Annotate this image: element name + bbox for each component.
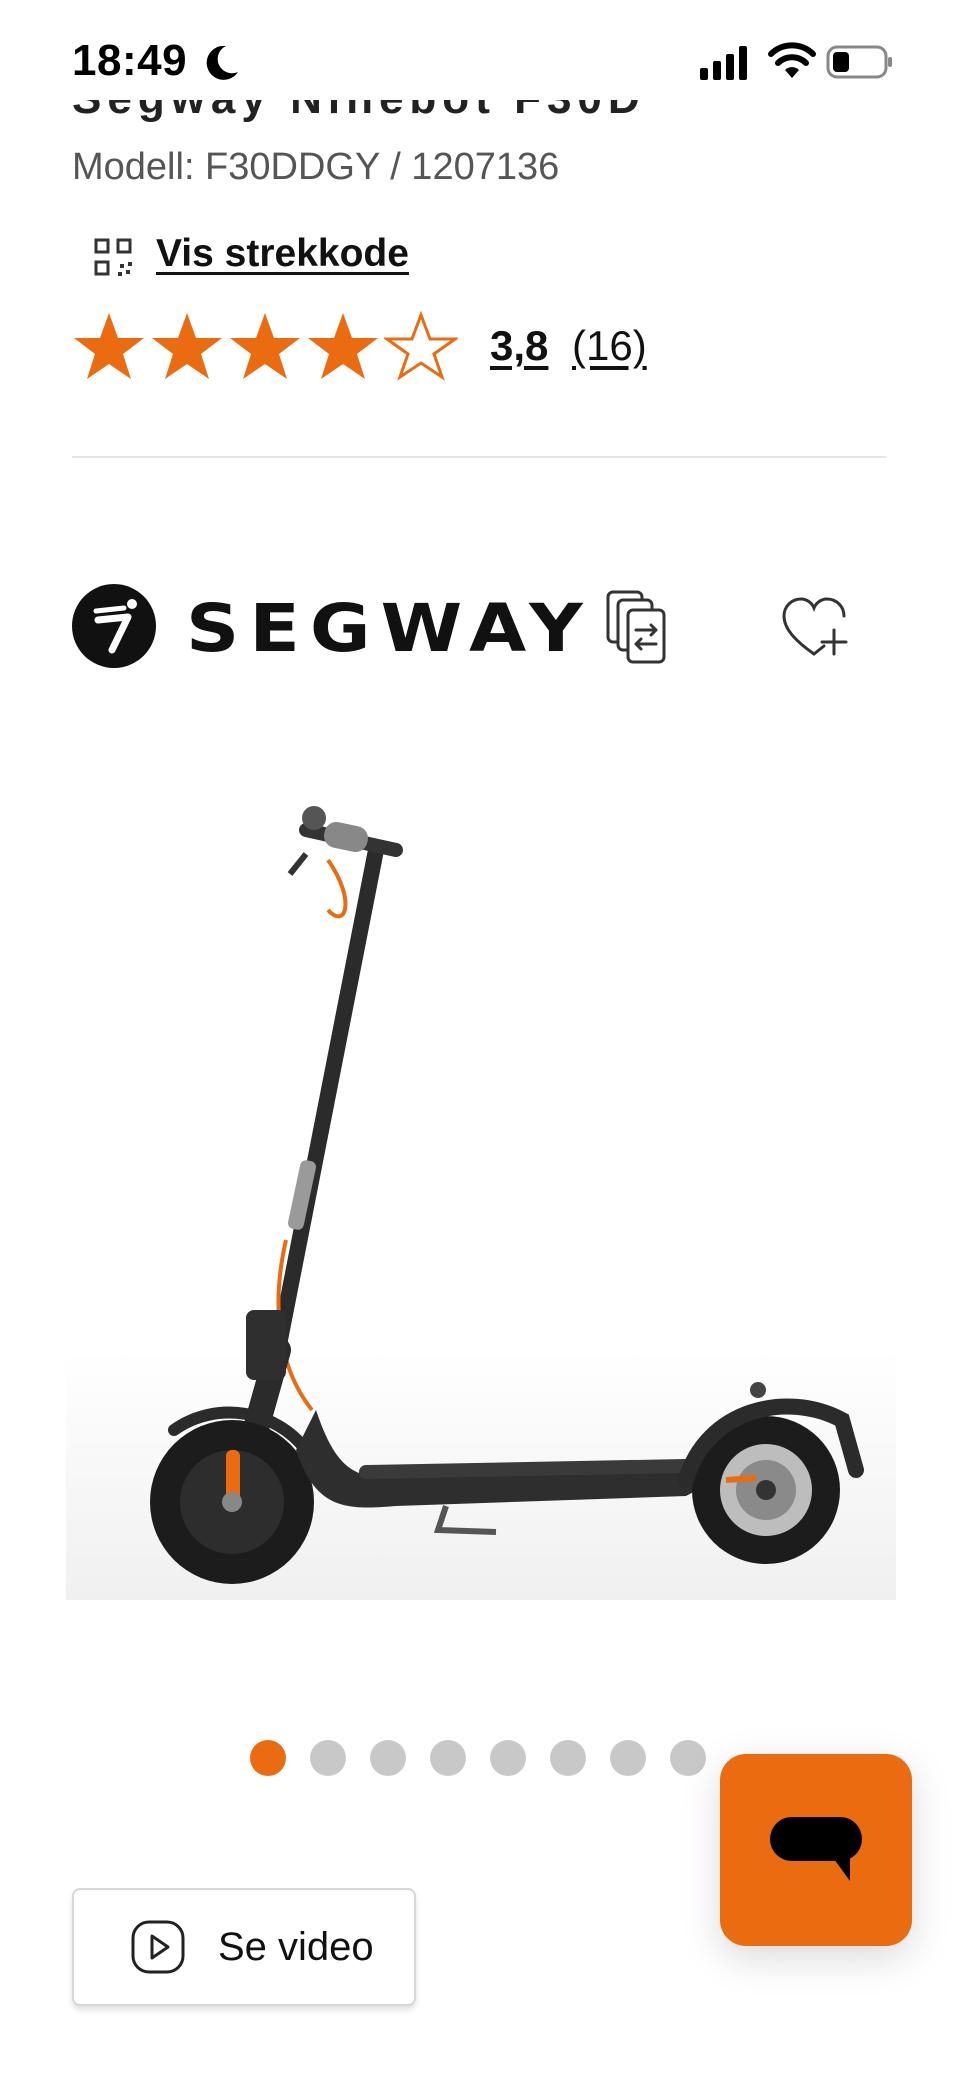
carousel-dot[interactable] (550, 1740, 586, 1776)
chat-button[interactable] (720, 1754, 912, 1946)
wishlist-heart-plus-icon[interactable] (780, 596, 850, 658)
star-filled-icon (152, 313, 222, 379)
star-filled-icon (308, 313, 378, 379)
watch-video-label: Se video (218, 1924, 374, 1969)
carousel-dot[interactable] (310, 1740, 346, 1776)
star-empty-icon (384, 310, 458, 381)
rating-score[interactable]: 3,8 (490, 322, 548, 370)
carousel-dot[interactable] (370, 1740, 406, 1776)
product-title-cutoff: Segway Ninebot F30D (72, 100, 792, 122)
carousel-dot[interactable] (430, 1740, 466, 1776)
image-carousel-dots[interactable] (250, 1740, 706, 1776)
moon-icon (206, 45, 238, 80)
chat-icon (770, 1817, 862, 1881)
star-filled-icon (230, 313, 300, 379)
model-number: Modell: F30DDGY / 1207136 (72, 146, 560, 188)
carousel-dot[interactable] (490, 1740, 526, 1776)
segway-logo-icon (72, 584, 156, 668)
star-filled-icon (74, 313, 144, 379)
product-image[interactable] (66, 790, 896, 1600)
show-barcode-link[interactable]: Vis strekkode (156, 232, 409, 276)
battery-icon (826, 45, 892, 79)
carousel-dot-active[interactable] (250, 1740, 286, 1776)
play-icon (131, 1920, 185, 1974)
signal-icon (700, 46, 747, 80)
wifi-icon (768, 42, 816, 78)
carousel-dot[interactable] (670, 1740, 706, 1776)
compare-icon[interactable] (604, 588, 670, 668)
barcode-icon[interactable] (92, 236, 136, 280)
carousel-dot[interactable] (610, 1740, 646, 1776)
rating-stars[interactable] (72, 310, 458, 382)
divider (72, 456, 886, 458)
rating-count[interactable]: (16) (572, 322, 647, 370)
watch-video-button[interactable]: Se video (72, 1888, 416, 2006)
brand-wordmark[interactable]: SEGWAY (186, 590, 593, 667)
status-time: 18:49 (72, 36, 188, 85)
